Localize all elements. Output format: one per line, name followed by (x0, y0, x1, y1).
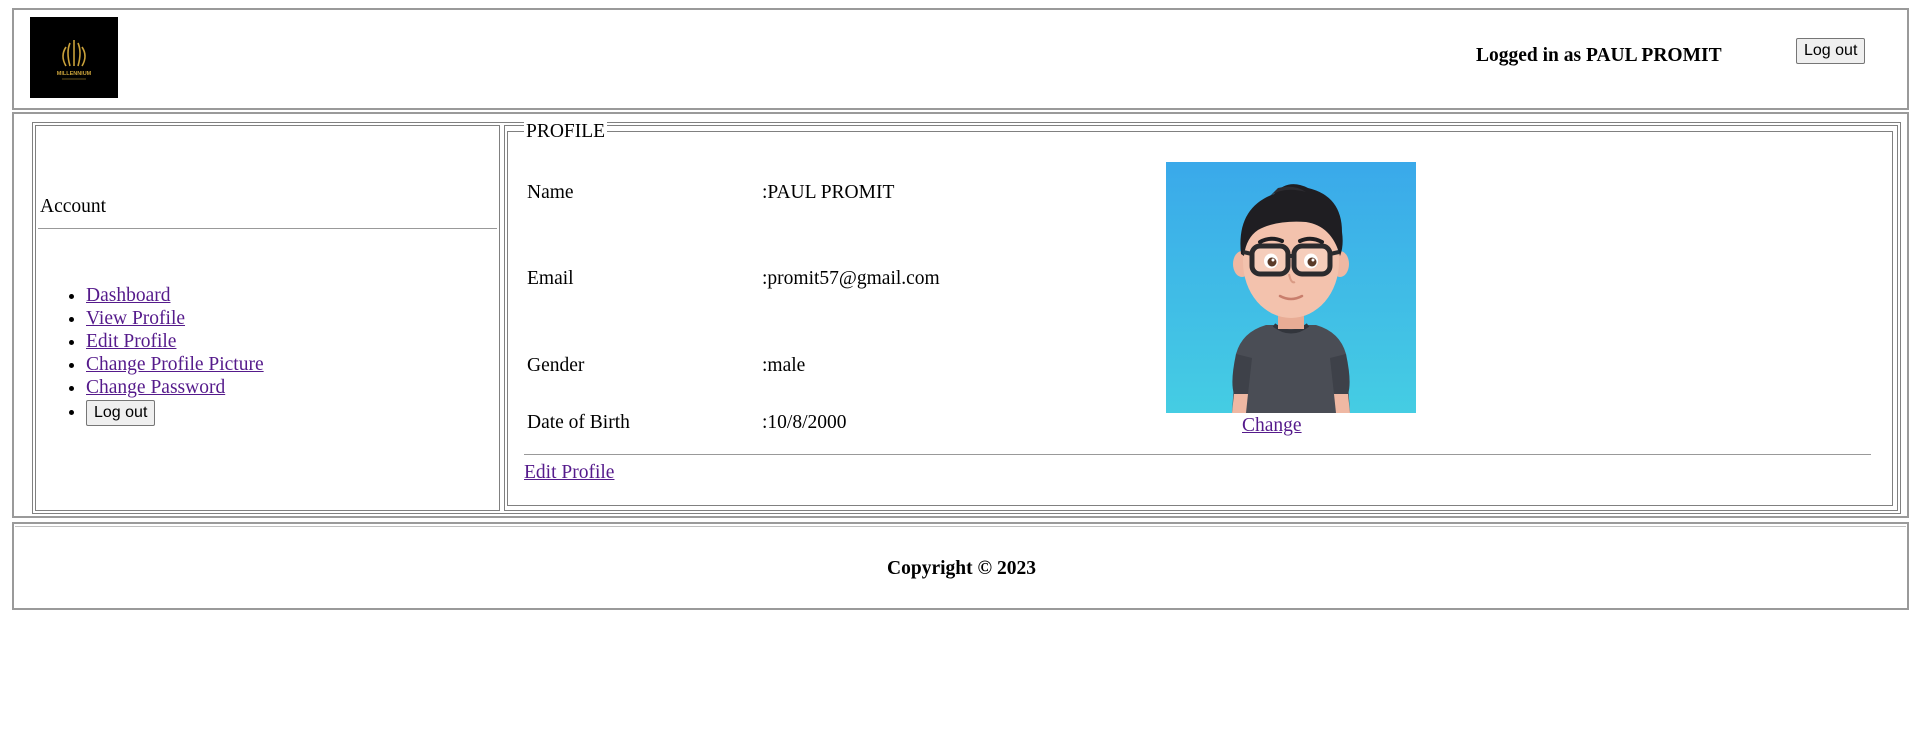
sidebar-title: Account (40, 196, 107, 217)
page-footer: Copyright © 2023 (12, 522, 1909, 610)
dob-value: :10/8/2000 (762, 412, 847, 433)
email-label: Email (527, 268, 574, 289)
view-profile-link[interactable]: View Profile (86, 308, 185, 329)
sidebar-item-edit-profile: Edit Profile (86, 330, 264, 353)
footer-inner: Copyright © 2023 (15, 526, 1906, 606)
sidebar: Account Dashboard View Profile Edit Prof… (35, 125, 500, 511)
copyright-text: Copyright © 2023 (887, 558, 1036, 579)
page-header: MILLENNIUM Logged in as PAUL PROMIT Log … (12, 8, 1909, 110)
profile-legend: PROFILE (524, 121, 608, 142)
sidebar-item-change-picture: Change Profile Picture (86, 353, 264, 376)
change-password-link[interactable]: Change Password (86, 377, 225, 398)
sidebar-item-change-password: Change Password (86, 376, 264, 399)
gender-value: :male (762, 355, 806, 376)
sidebar-item-logout: Log out (86, 400, 264, 426)
millennium-logo: MILLENNIUM (30, 17, 118, 98)
sidebar-menu: Dashboard View Profile Edit Profile Chan… (36, 284, 264, 426)
change-picture-link[interactable]: Change (1242, 415, 1302, 437)
change-profile-picture-link[interactable]: Change Profile Picture (86, 354, 264, 375)
svg-text:MILLENNIUM: MILLENNIUM (57, 71, 92, 77)
email-value: :promit57@gmail.com (762, 268, 940, 289)
sidebar-logout-button[interactable]: Log out (86, 400, 156, 426)
name-value: :PAUL PROMIT (762, 182, 895, 203)
sidebar-item-dashboard: Dashboard (86, 284, 264, 307)
header-logout-button[interactable]: Log out (1796, 38, 1866, 64)
logo-emblem-icon: MILLENNIUM (57, 39, 92, 79)
edit-profile-link[interactable]: Edit Profile (524, 462, 614, 484)
profile-content: PROFILE Name :PAUL PROMIT Email :promit5… (504, 122, 1898, 511)
sidebar-edit-profile-link[interactable]: Edit Profile (86, 331, 176, 352)
logged-in-text: Logged in as PAUL PROMIT (1476, 45, 1722, 66)
profile-fieldset: PROFILE Name :PAUL PROMIT Email :promit5… (507, 122, 1893, 506)
name-label: Name (527, 182, 574, 203)
layout-table: Account Dashboard View Profile Edit Prof… (32, 122, 1901, 514)
dob-label: Date of Birth (527, 412, 630, 433)
sidebar-divider (38, 228, 497, 229)
gender-label: Gender (527, 355, 585, 376)
dashboard-link[interactable]: Dashboard (86, 285, 170, 306)
profile-divider (524, 454, 1871, 455)
profile-picture (1166, 162, 1416, 413)
sidebar-item-view-profile: View Profile (86, 307, 264, 330)
main-container: Account Dashboard View Profile Edit Prof… (12, 112, 1909, 518)
avatar-image (1166, 162, 1416, 413)
